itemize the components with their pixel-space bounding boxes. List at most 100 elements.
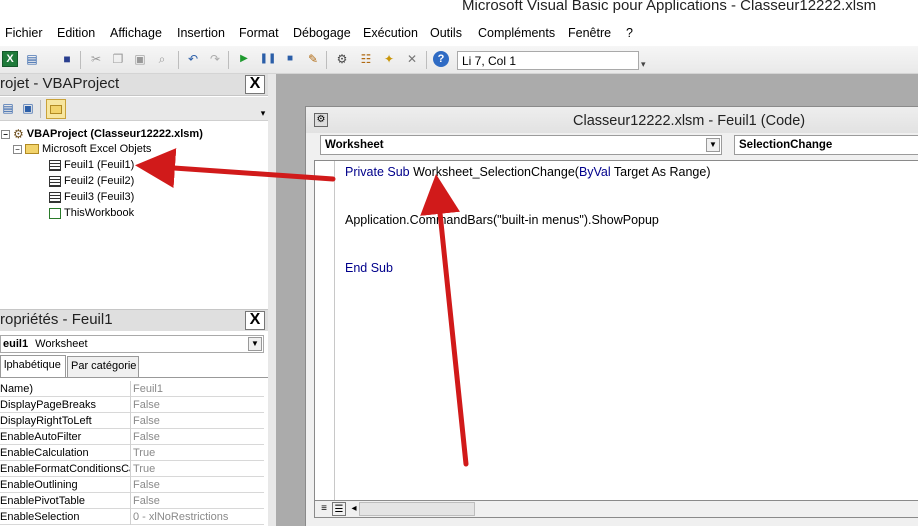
property-name: EnableFormatConditionsCalc <box>0 463 130 475</box>
undo-icon[interactable]: ↶ <box>185 51 201 67</box>
column-divider <box>130 429 131 445</box>
view-code-icon[interactable]: ▤ <box>0 100 16 116</box>
toolbar-separator <box>426 51 427 69</box>
panel-splitter[interactable] <box>268 74 276 526</box>
property-row[interactable]: EnableCalculation True <box>0 445 264 461</box>
code-line-2[interactable]: Application.CommandBars("built-in menus"… <box>345 213 659 227</box>
toolbar-grip-icon[interactable]: ▾ <box>641 59 646 70</box>
menu-complements[interactable]: Compléments <box>478 26 555 40</box>
redo-icon[interactable]: ↷ <box>207 51 223 67</box>
menu-fichier[interactable]: Fichier <box>5 26 43 40</box>
procedure-select-value: SelectionChange <box>739 139 833 151</box>
properties-icon[interactable]: ☷ <box>358 51 374 67</box>
object-select-value: Worksheet <box>325 139 384 151</box>
property-row[interactable]: EnablePivotTable False <box>0 493 264 509</box>
vba-project-icon: ⚙ <box>13 127 24 141</box>
project-explorer-header: rojet - VBAProject X <box>0 74 268 96</box>
tree-item-feuil3[interactable]: Feuil3 (Feuil3) <box>49 191 134 203</box>
tree-item-feuil1[interactable]: Feuil1 (Feuil1) <box>49 159 134 171</box>
tree-root[interactable]: − ⚙ VBAProject (Classeur12222.xlsm) <box>1 127 203 141</box>
tree-item-thisworkbook[interactable]: ThisWorkbook <box>49 207 134 219</box>
property-row[interactable]: DisplayRightToLeft False <box>0 413 264 429</box>
chevron-down-icon[interactable]: ▼ <box>248 337 262 351</box>
property-row[interactable]: EnableSelection 0 - xlNoRestrictions <box>0 509 264 525</box>
property-value[interactable]: False <box>133 431 160 443</box>
property-name: Name) <box>0 383 34 395</box>
code-window-icon[interactable]: ⚙ <box>314 113 328 127</box>
property-name: EnableSelection <box>0 511 80 523</box>
menu-fenetre[interactable]: Fenêtre <box>568 26 611 40</box>
window-title: Microsoft Visual Basic pour Applications… <box>462 0 877 14</box>
project-close-button[interactable]: X <box>245 75 265 94</box>
code-margin[interactable] <box>315 161 335 501</box>
code-window-titlebar[interactable]: ⚙ Classeur12222.xlsm - Feuil1 (Code) <box>306 107 918 133</box>
help-icon[interactable]: ? <box>433 51 449 67</box>
properties-close-button[interactable]: X <box>245 311 265 330</box>
property-value[interactable]: False <box>133 399 160 411</box>
find-icon[interactable]: ⌕ <box>154 51 170 67</box>
tree-folder[interactable]: − Microsoft Excel Objets <box>13 143 151 155</box>
view-object-icon[interactable]: ▣ <box>20 100 36 116</box>
toolbar-separator <box>178 51 179 69</box>
property-value[interactable]: False <box>133 479 160 491</box>
chevron-down-icon[interactable]: ▼ <box>706 138 720 152</box>
horizontal-scrollbar[interactable]: ≡ ☰ ◂ <box>314 500 918 518</box>
property-row[interactable]: DisplayPageBreaks False <box>0 397 264 413</box>
object-browser-icon[interactable]: ✦ <box>381 51 397 67</box>
reset-icon[interactable]: ■ <box>282 51 298 67</box>
paste-icon[interactable]: ▣ <box>132 51 148 67</box>
full-module-view-icon[interactable]: ☰ <box>332 502 346 516</box>
scrollbar-thumb[interactable] <box>359 502 475 516</box>
project-explorer-icon[interactable]: ⚙ <box>334 51 350 67</box>
properties-object-select[interactable]: euil1 Worksheet ▼ <box>0 335 264 353</box>
menu-edition[interactable]: Edition <box>57 26 95 40</box>
break-icon[interactable]: ❚❚ <box>260 51 277 67</box>
tree-item-feuil2[interactable]: Feuil2 (Feuil2) <box>49 175 134 187</box>
menu-execution[interactable]: Exécution <box>363 26 418 40</box>
keyword-token: Private Sub <box>345 165 414 179</box>
menu-debogage[interactable]: Débogage <box>293 26 351 40</box>
toolbox-icon[interactable]: ✕ <box>404 51 420 67</box>
property-row[interactable]: EnableFormatConditionsCalc True <box>0 461 264 477</box>
column-divider <box>130 493 131 509</box>
worksheet-icon <box>49 175 61 187</box>
property-value[interactable]: False <box>133 495 160 507</box>
menu-outils[interactable]: Outils <box>430 26 462 40</box>
property-row[interactable]: EnableOutlining False <box>0 477 264 493</box>
menu-insertion[interactable]: Insertion <box>177 26 225 40</box>
cut-icon[interactable]: ✂ <box>88 51 104 67</box>
property-value[interactable]: True <box>133 463 155 475</box>
code-line-3[interactable]: End Sub <box>345 261 393 275</box>
menu-format[interactable]: Format <box>239 26 279 40</box>
menu-affichage[interactable]: Affichage <box>110 26 162 40</box>
procedure-view-icon[interactable]: ≡ <box>317 502 331 516</box>
column-divider <box>130 509 131 525</box>
collapse-icon[interactable]: − <box>13 144 22 154</box>
menu-help[interactable]: ? <box>626 26 633 40</box>
object-select[interactable]: Worksheet ▼ <box>320 135 722 155</box>
collapse-icon[interactable]: − <box>1 129 10 139</box>
property-value[interactable]: Feuil1 <box>133 383 163 395</box>
run-icon[interactable]: ▶ <box>236 51 252 67</box>
menu-bar: Fichier Edition Affichage Insertion Form… <box>0 22 918 46</box>
property-row[interactable]: EnableAutoFilter False <box>0 429 264 445</box>
design-mode-icon[interactable]: ✎ <box>305 51 321 67</box>
save-icon[interactable]: ■ <box>59 51 75 67</box>
property-value[interactable]: 0 - xlNoRestrictions <box>133 511 228 523</box>
excel-icon[interactable]: X <box>2 51 18 67</box>
code-line-1[interactable]: Private Sub Worksheet_SelectionChange(By… <box>345 165 711 179</box>
property-value[interactable]: True <box>133 447 155 459</box>
procedure-select[interactable]: SelectionChange <box>734 135 918 155</box>
property-value[interactable]: False <box>133 415 160 427</box>
insert-module-icon[interactable]: ▤ <box>24 51 40 67</box>
copy-icon[interactable]: ❐ <box>110 51 126 67</box>
code-editor[interactable]: Private Sub Worksheet_SelectionChange(By… <box>314 160 918 502</box>
project-explorer-toolbar: ▤ ▣ ▾ <box>0 97 268 121</box>
property-row[interactable]: Name) Feuil1 <box>0 381 264 397</box>
column-divider <box>130 445 131 461</box>
tab-alphabetique[interactable]: lphabétique <box>0 355 66 377</box>
cursor-position-field: Li 7, Col 1 <box>457 51 639 70</box>
tab-par-categorie[interactable]: Par catégorie <box>67 356 139 377</box>
toolbar-separator <box>40 100 41 118</box>
toggle-folders-icon[interactable] <box>46 99 66 119</box>
